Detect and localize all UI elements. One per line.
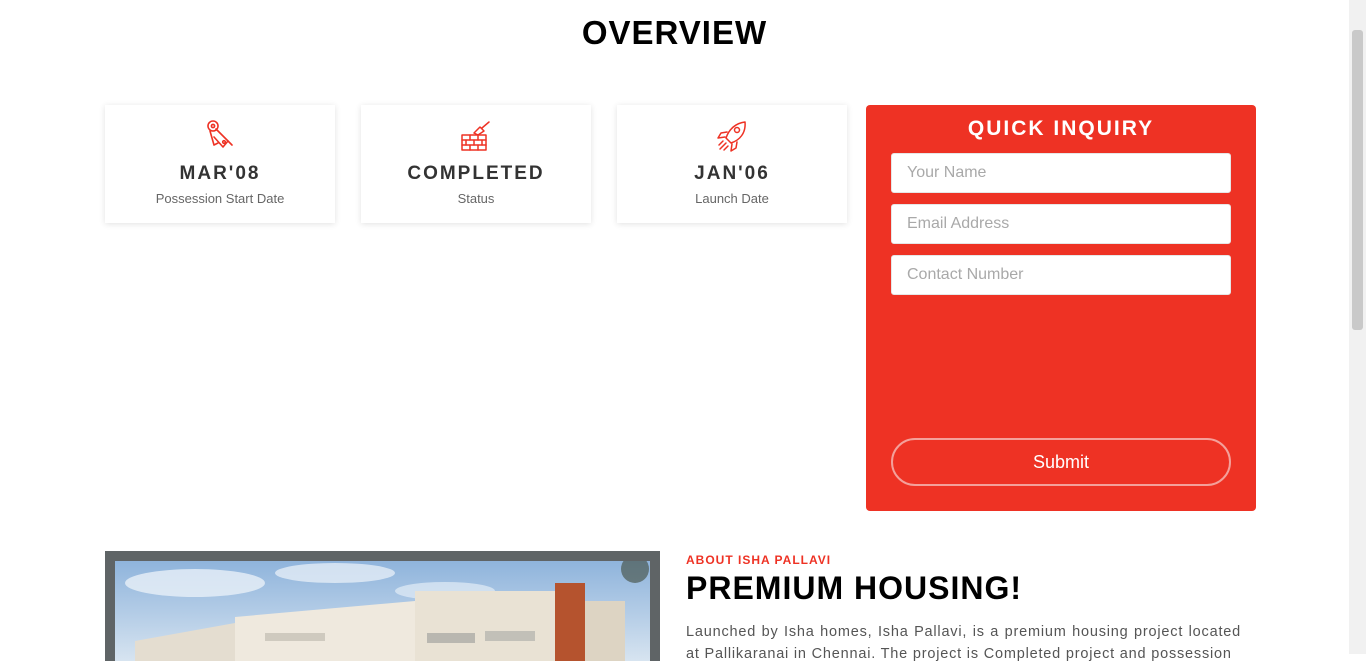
scrollbar-thumb[interactable] bbox=[1352, 30, 1363, 330]
key-tag-icon bbox=[207, 120, 233, 148]
launch-date-value: JAN'06 bbox=[694, 163, 770, 184]
possession-date-value: MAR'08 bbox=[179, 163, 261, 184]
building-illustration bbox=[125, 561, 649, 661]
launch-date-label: Launch Date bbox=[695, 191, 769, 206]
contact-number-input[interactable] bbox=[891, 255, 1231, 295]
brick-wall-trowel-icon bbox=[461, 121, 490, 151]
overview-card-possession: MAR'08 Possession Start Date bbox=[105, 105, 335, 223]
email-input[interactable] bbox=[891, 204, 1231, 244]
project-photo bbox=[115, 561, 650, 661]
name-input[interactable] bbox=[891, 153, 1231, 193]
submit-button[interactable]: Submit bbox=[891, 438, 1231, 486]
possession-date-label: Possession Start Date bbox=[155, 191, 285, 206]
quick-inquiry-title: QUICK INQUIRY bbox=[967, 117, 1155, 140]
quick-inquiry-form: QUICK INQUIRY Submit bbox=[866, 105, 1256, 511]
about-description: Launched by Isha homes, Isha Pallavi, is… bbox=[686, 624, 1241, 662]
status-value: COMPLETED bbox=[407, 163, 545, 184]
about-heading: PREMIUM HOUSING! bbox=[686, 570, 1022, 606]
overview-card-status: COMPLETED Status bbox=[361, 105, 591, 223]
status-label: Status bbox=[457, 191, 495, 206]
about-eyebrow: ABOUT ISHA PALLAVI bbox=[686, 553, 832, 567]
overview-card-launch: JAN'06 Launch Date bbox=[617, 105, 847, 223]
overview-title: OVERVIEW bbox=[581, 14, 768, 51]
rocket-icon bbox=[717, 121, 746, 152]
project-photo-frame bbox=[105, 551, 660, 661]
